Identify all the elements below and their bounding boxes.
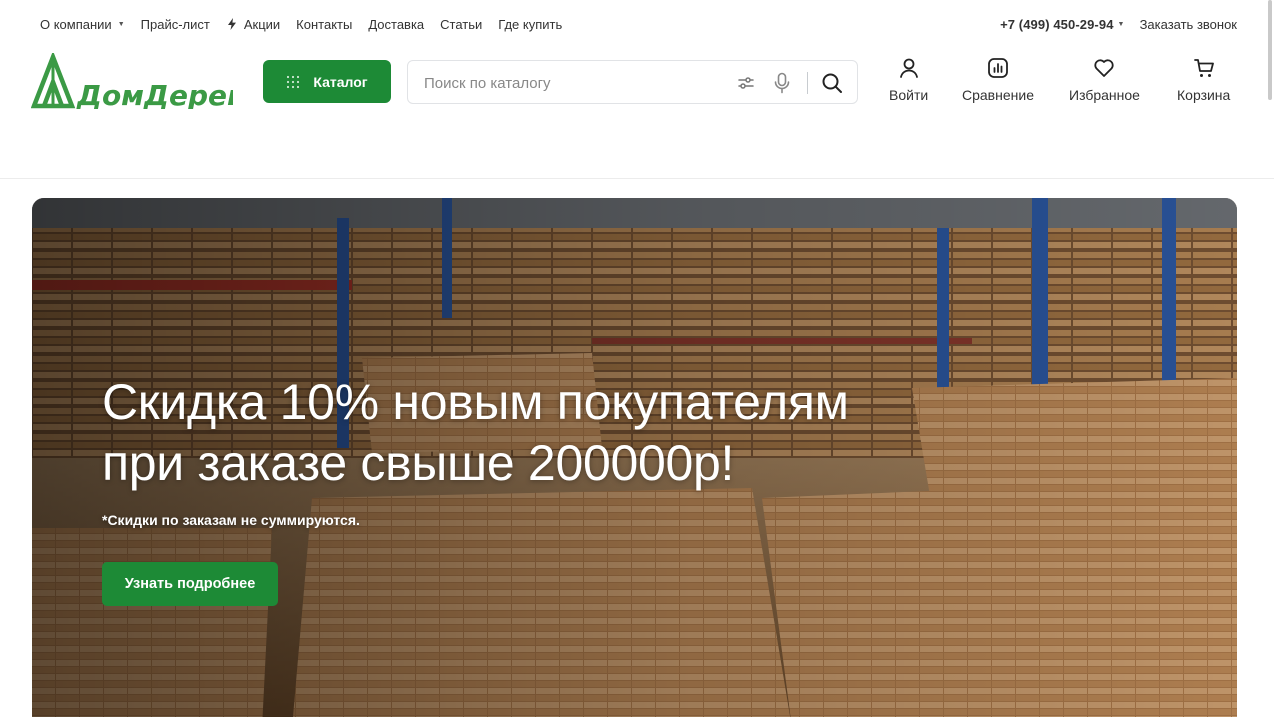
cart-icon bbox=[1193, 59, 1214, 77]
site-logo[interactable]: ДомДерева bbox=[31, 53, 233, 109]
catalog-button[interactable]: Каталог bbox=[263, 60, 391, 103]
microphone-icon[interactable] bbox=[774, 72, 790, 94]
contact-block: +7 (499) 450-29-94 ▼ Заказать звонок bbox=[1000, 15, 1237, 33]
login-label: Войти bbox=[889, 87, 929, 103]
nav-about-label: О компании bbox=[40, 16, 112, 32]
favorites-button[interactable]: Избранное bbox=[1069, 57, 1140, 103]
learn-more-button[interactable]: Узнать подробнее bbox=[102, 562, 278, 606]
hero-title-line1: Скидка 10% новым покупателям bbox=[102, 374, 849, 430]
nav-promotions-label: Акции bbox=[243, 16, 281, 32]
nav-about[interactable]: О компании ▼ bbox=[40, 17, 125, 32]
login-button[interactable]: Войти bbox=[889, 57, 928, 103]
user-icon bbox=[899, 58, 918, 78]
nav-where-to-buy[interactable]: Где купить bbox=[498, 17, 562, 32]
hero-title: Скидка 10% новым покупателям при заказе … bbox=[102, 372, 1002, 494]
hero-note: *Скидки по заказам не суммируются. bbox=[102, 512, 360, 528]
heart-icon bbox=[1094, 59, 1115, 77]
nav-articles[interactable]: Статьи bbox=[440, 17, 482, 32]
page-scrollbar[interactable] bbox=[1268, 0, 1272, 100]
bolt-icon bbox=[227, 18, 236, 30]
favorites-label: Избранное bbox=[1069, 87, 1140, 103]
nav-delivery-label: Доставка bbox=[368, 16, 425, 32]
nav-price-list[interactable]: Прайс-лист bbox=[141, 17, 210, 32]
compare-label: Сравнение bbox=[962, 87, 1034, 103]
compare-chart-icon bbox=[988, 58, 1008, 78]
nav-where-to-buy-label: Где купить bbox=[498, 16, 563, 32]
cart-label: Корзина bbox=[1177, 87, 1231, 103]
search-input[interactable] bbox=[424, 72, 724, 94]
filter-sliders-icon[interactable] bbox=[737, 74, 755, 92]
chevron-down-icon: ▼ bbox=[1117, 20, 1125, 28]
nav-articles-label: Статьи bbox=[440, 16, 483, 32]
hero-title-line2: при заказе свыше 200000р! bbox=[102, 435, 735, 491]
callback-link[interactable]: Заказать звонок bbox=[1140, 17, 1237, 32]
nav-promotions[interactable]: Акции bbox=[226, 17, 280, 32]
nav-contacts[interactable]: Контакты bbox=[296, 17, 352, 32]
cart-button[interactable]: Корзина bbox=[1177, 57, 1230, 103]
hero-banner[interactable]: Скидка 10% новым покупателям при заказе … bbox=[32, 198, 1237, 717]
grid-dots-icon bbox=[287, 75, 300, 88]
chevron-down-icon: ▼ bbox=[117, 20, 125, 28]
search-bar bbox=[407, 60, 858, 104]
nav-price-list-label: Прайс-лист bbox=[140, 16, 210, 32]
catalog-button-label: Каталог bbox=[313, 73, 368, 90]
search-icon[interactable] bbox=[821, 72, 843, 94]
nav-delivery[interactable]: Доставка bbox=[368, 17, 424, 32]
nav-contacts-label: Контакты bbox=[296, 16, 353, 32]
compare-button[interactable]: Сравнение bbox=[962, 57, 1034, 103]
top-nav: О компании ▼ Прайс-лист Акции Контакты Д… bbox=[40, 16, 578, 32]
header-divider bbox=[0, 178, 1274, 179]
phone-number[interactable]: +7 (499) 450-29-94 ▼ bbox=[1000, 17, 1125, 32]
logo-text: ДомДерева bbox=[76, 79, 233, 109]
search-divider bbox=[807, 72, 808, 94]
phone-number-text: +7 (499) 450-29-94 bbox=[1000, 16, 1114, 32]
